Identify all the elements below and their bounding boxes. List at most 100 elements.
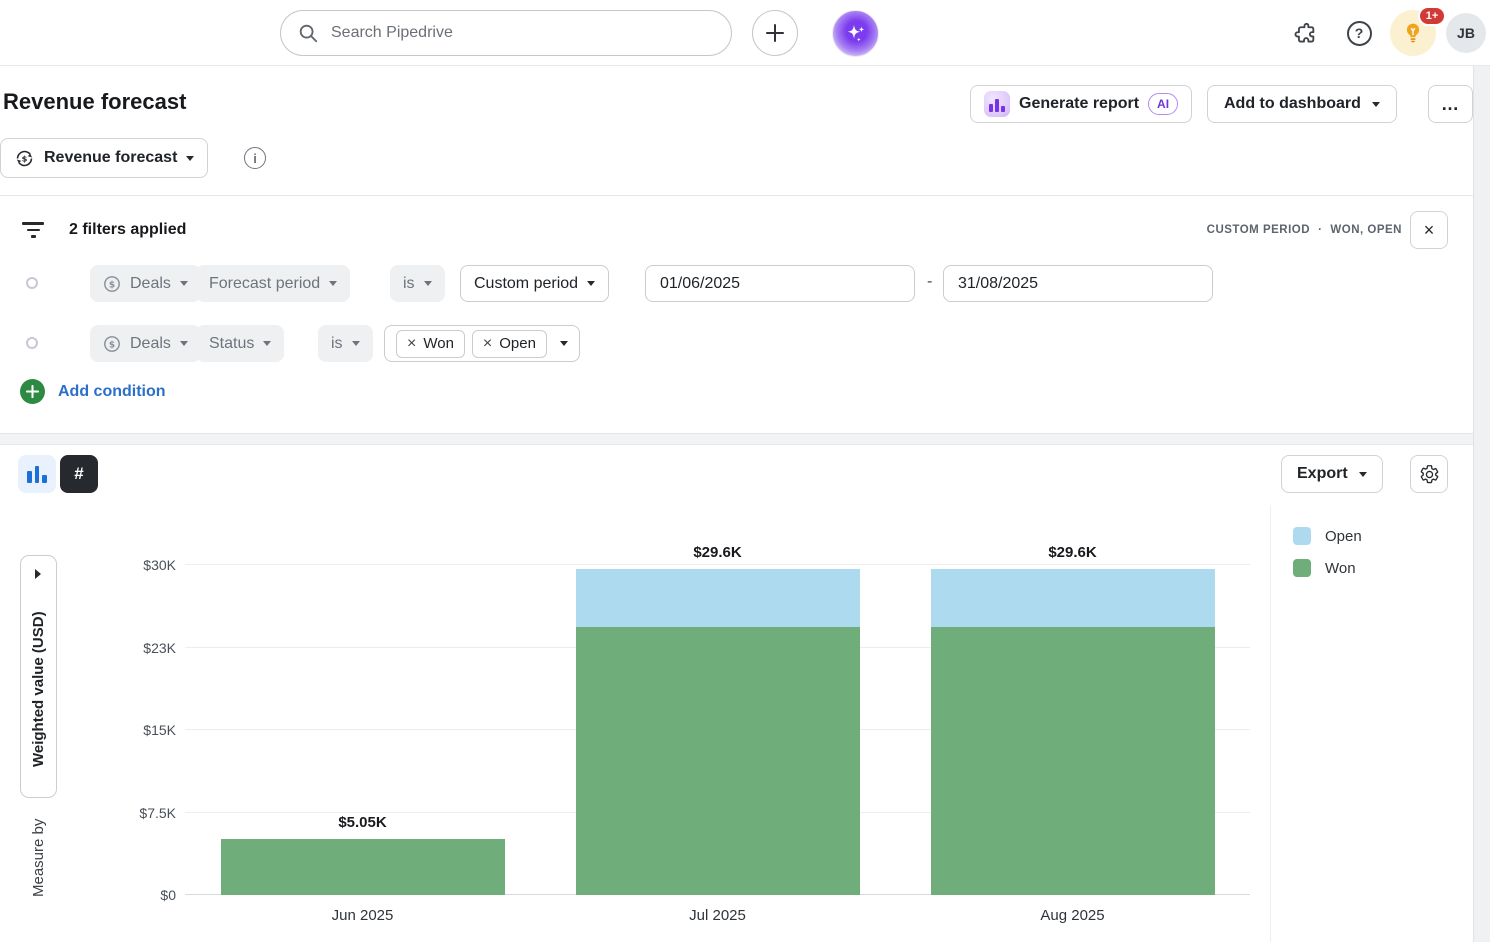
legend-item-won[interactable]: Won	[1293, 559, 1362, 577]
period-value-dropdown[interactable]: Custom period	[460, 265, 609, 302]
quick-add-button[interactable]	[752, 10, 798, 56]
chevron-down-icon	[424, 281, 432, 286]
field-dropdown[interactable]: Status	[196, 325, 284, 362]
section-divider	[0, 433, 1490, 445]
report-selector-dropdown[interactable]: $ Revenue forecast	[0, 138, 208, 178]
plot-area: $5.05K$29.6K$29.6K	[185, 565, 1250, 895]
y-tick-label: $15K	[143, 722, 176, 738]
bar-jun-2025[interactable]	[221, 565, 505, 895]
bars-row: $5.05K$29.6K$29.6K	[185, 565, 1250, 895]
entity-dropdown[interactable]: $ Deals	[90, 325, 201, 362]
date-from-input[interactable]	[645, 265, 915, 302]
bar-total-label: $29.6K	[540, 544, 895, 561]
svg-text:$: $	[109, 280, 115, 290]
filter-panel: 2 filters applied CUSTOM PERIOD · WON, O…	[0, 195, 1490, 433]
ai-badge: AI	[1148, 93, 1178, 115]
x-tick-label: Jul 2025	[540, 907, 895, 924]
legend-swatch	[1293, 527, 1311, 545]
bar-chart-icon	[27, 466, 47, 483]
status-chip-open[interactable]: × Open	[472, 330, 547, 358]
chevron-down-icon	[560, 341, 568, 346]
condition-node	[26, 277, 38, 289]
applied-filters-badge: CUSTOM PERIOD · WON, OPEN	[1207, 211, 1402, 249]
bar-segment-open[interactable]	[576, 569, 860, 626]
chart-view-toggle[interactable]	[18, 455, 56, 493]
chip-label: Open	[499, 335, 536, 352]
operator-dropdown[interactable]: is	[318, 325, 373, 362]
export-button[interactable]: Export	[1281, 455, 1383, 493]
filter-icon	[22, 222, 44, 237]
field-dropdown[interactable]: Forecast period	[196, 265, 350, 302]
legend-label: Open	[1325, 528, 1362, 545]
date-range-separator: -	[927, 273, 932, 291]
remove-chip-icon[interactable]: ×	[407, 336, 416, 352]
close-filters-button[interactable]: ×	[1410, 211, 1448, 249]
numbers-view-toggle[interactable]: #	[60, 455, 98, 493]
measure-axis-button[interactable]: Weighted value (USD)	[20, 555, 57, 798]
measure-by-label: Measure by	[20, 808, 57, 908]
gear-icon	[1419, 464, 1440, 485]
ai-assistant-button[interactable]	[832, 10, 879, 57]
global-search[interactable]	[280, 10, 732, 56]
revenue-sync-icon: $	[14, 148, 35, 169]
chevron-down-icon	[263, 341, 271, 346]
chevron-down-icon	[587, 281, 595, 286]
remove-chip-icon[interactable]: ×	[483, 336, 492, 352]
bar-aug-2025[interactable]	[931, 565, 1215, 895]
sparkles-icon	[841, 19, 871, 49]
add-to-dashboard-button[interactable]: Add to dashboard	[1207, 85, 1397, 123]
bar-segment-won[interactable]	[221, 839, 505, 895]
bar-total-label: $5.05K	[185, 814, 540, 831]
search-input[interactable]	[331, 24, 715, 42]
badge-separator: ·	[1318, 224, 1322, 236]
add-condition-button[interactable]: Add condition	[20, 379, 166, 404]
filters-applied-summary: 2 filters applied	[69, 221, 186, 239]
legend-item-open[interactable]: Open	[1293, 527, 1362, 545]
operator-label: is	[403, 275, 415, 293]
operator-label: is	[331, 335, 343, 353]
ai-report-icon	[984, 91, 1010, 117]
date-to-input[interactable]	[943, 265, 1213, 302]
page-scrollbar[interactable]	[1473, 66, 1490, 942]
chip-label: Won	[423, 335, 454, 352]
entity-label: Deals	[130, 275, 171, 293]
marketplace-button[interactable]	[1292, 20, 1318, 46]
operator-dropdown[interactable]: is	[390, 265, 445, 302]
entity-dropdown[interactable]: $ Deals	[90, 265, 201, 302]
applied-period-text: CUSTOM PERIOD	[1207, 224, 1310, 236]
report-card: # Export Weighted value (USD) Measure by…	[0, 445, 1490, 942]
svg-text:$: $	[109, 340, 115, 350]
more-options-button[interactable]: …	[1428, 85, 1473, 123]
help-button[interactable]: ?	[1346, 20, 1372, 46]
question-mark-icon: ?	[1347, 21, 1372, 46]
field-label: Status	[209, 335, 254, 353]
generate-report-button[interactable]: Generate report AI	[970, 85, 1192, 123]
chevron-down-icon	[1372, 102, 1380, 107]
info-icon[interactable]: i	[244, 147, 266, 169]
bar-jul-2025[interactable]	[576, 565, 860, 895]
field-label: Forecast period	[209, 275, 320, 293]
y-axis: $0$7.5K$15K$23K$30K	[110, 565, 176, 895]
bar-segment-open[interactable]	[931, 569, 1215, 626]
chevron-down-icon	[329, 281, 337, 286]
status-chip-won[interactable]: × Won	[396, 330, 465, 358]
chart-region: Weighted value (USD) Measure by $0$7.5K$…	[0, 505, 1490, 942]
bar-slot: $5.05K	[185, 565, 540, 895]
bar-segment-won[interactable]	[931, 627, 1215, 895]
y-axis-title: Weighted value (USD)	[21, 556, 56, 797]
status-multiselect[interactable]: × Won × Open	[384, 325, 580, 362]
generate-report-label: Generate report	[1019, 95, 1139, 113]
entity-label: Deals	[130, 335, 171, 353]
legend-label: Won	[1325, 560, 1356, 577]
bar-total-label: $29.6K	[895, 544, 1250, 561]
x-tick-label: Jun 2025	[185, 907, 540, 924]
bar-segment-won[interactable]	[576, 627, 860, 895]
settings-button[interactable]	[1410, 455, 1448, 493]
page-title: Revenue forecast	[3, 89, 186, 115]
user-avatar[interactable]: JB	[1446, 13, 1486, 53]
legend-swatch	[1293, 559, 1311, 577]
chevron-down-icon	[180, 281, 188, 286]
suggestions-button[interactable]: 1+	[1390, 10, 1436, 56]
filter-condition-row-1: $ Deals Forecast period is Custom period…	[0, 265, 1490, 302]
y-tick-label: $30K	[143, 557, 176, 573]
